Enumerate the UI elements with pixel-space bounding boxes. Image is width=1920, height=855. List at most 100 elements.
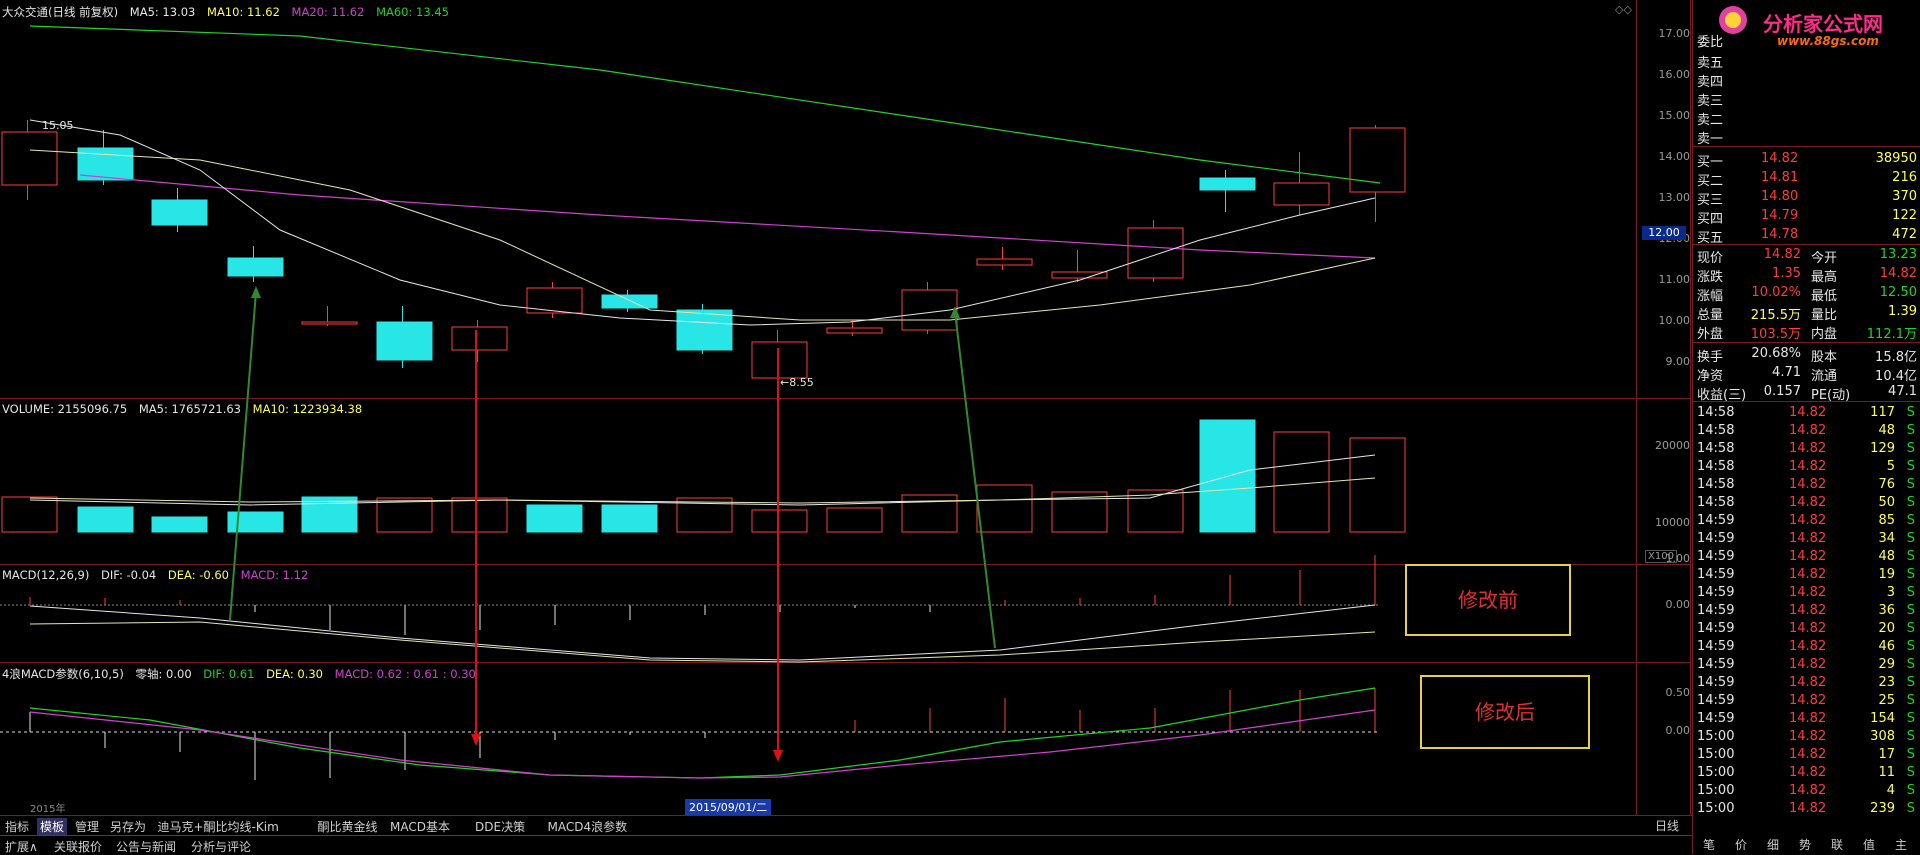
- side-tab[interactable]: 势: [1789, 836, 1821, 854]
- indicator-tab[interactable]: MACD基本: [387, 818, 453, 835]
- info-tab[interactable]: 扩展∧: [2, 838, 41, 855]
- tick-volume: 25: [1878, 693, 1895, 708]
- indicator-tab[interactable]: MACD4浪参数: [545, 818, 631, 835]
- tick-row: 14:58 14.82 76 S: [1693, 476, 1920, 494]
- macd4-axis-label: 0.00: [1665, 724, 1691, 737]
- tick-price: 14.82: [1789, 531, 1827, 546]
- tick-price: 14.82: [1789, 459, 1827, 474]
- indicator-tab[interactable]: 模板: [37, 818, 68, 835]
- indicator-tab[interactable]: 酮比黄金线: [315, 818, 381, 835]
- tick-volume: 239: [1870, 801, 1895, 816]
- tick-side: S: [1906, 639, 1915, 654]
- candle: [1127, 227, 1184, 279]
- tick-side: S: [1906, 747, 1915, 762]
- tick-volume: 46: [1878, 639, 1895, 654]
- chart-area[interactable]: 大众交通(日线 前复权) MA5: 13.03 MA10: 11.62 MA20…: [0, 0, 1691, 815]
- price-axis-label: 15.00: [1658, 109, 1691, 122]
- indicator-tab[interactable]: 另存为: [107, 818, 149, 835]
- volume-axis-label: 20000: [1655, 439, 1690, 452]
- tick-side: S: [1906, 801, 1915, 816]
- macd4-axis-label: 0.50: [1665, 686, 1691, 699]
- annotation-after: 修改后: [1420, 675, 1590, 749]
- price-axis-label: 11.00: [1658, 273, 1691, 286]
- buy-row: 买五 14.78 472: [1693, 226, 1920, 246]
- tick-time: 14:58: [1697, 477, 1735, 492]
- tick-volume: 20: [1878, 621, 1895, 636]
- quote-value: 112.1万: [1866, 327, 1917, 342]
- indicator-tab[interactable]: 管理: [72, 818, 102, 835]
- candle: [227, 257, 284, 277]
- tick-volume: 154: [1870, 711, 1895, 726]
- quote-panel: 分析家公式网 www.88gs.com 委比 卖五 卖四 卖三 卖二 卖一 买一 14.82 3…: [1692, 0, 1920, 854]
- candle: [1051, 271, 1108, 279]
- tick-side: S: [1906, 477, 1915, 492]
- candle: [1273, 182, 1330, 206]
- tick-time: 15:00: [1697, 765, 1735, 780]
- tick-side: S: [1906, 783, 1915, 798]
- side-tab[interactable]: 联: [1821, 836, 1853, 854]
- buy-label: 买四: [1697, 212, 1724, 227]
- arrow-green-1-head: [251, 286, 261, 298]
- tick-time: 14:59: [1697, 585, 1735, 600]
- side-tab[interactable]: 细: [1757, 836, 1789, 854]
- quote-label: 量比: [1811, 308, 1838, 323]
- tick-time: 14:58: [1697, 441, 1735, 456]
- tick-price: 14.82: [1789, 675, 1827, 690]
- side-tab[interactable]: 值: [1853, 836, 1885, 854]
- tick-price: 14.82: [1789, 783, 1827, 798]
- tick-side: S: [1906, 657, 1915, 672]
- tick-side: S: [1906, 495, 1915, 510]
- candle: [601, 294, 658, 309]
- quote-row: 涨跌 1.35 最高 14.82: [1693, 265, 1920, 285]
- macd4-dea-line: [29, 709, 1376, 779]
- tick-price: 14.82: [1789, 711, 1827, 726]
- indicator-tab[interactable]: 迪马克+酮比均线-Kim: [155, 818, 282, 835]
- side-tab[interactable]: 主: [1885, 836, 1917, 854]
- tick-row: 14:59 14.82 25 S: [1693, 692, 1920, 710]
- side-tab[interactable]: 笔: [1693, 836, 1725, 854]
- tick-side: S: [1906, 549, 1915, 564]
- tick-side: S: [1906, 531, 1915, 546]
- volume-bar: [77, 506, 134, 533]
- buy-price: 14.79: [1761, 208, 1799, 223]
- tick-time: 14:58: [1697, 423, 1735, 438]
- stat-row: 收益(三) 0.157 PE(动) 47.1: [1693, 383, 1920, 403]
- candle: [451, 326, 508, 351]
- tick-volume: 117: [1870, 405, 1895, 420]
- tick-volume: 19: [1878, 567, 1895, 582]
- wei-row: 委比: [1693, 30, 1920, 50]
- tick-volume: 76: [1878, 477, 1895, 492]
- quote-value: 14.82: [1763, 247, 1801, 262]
- tick-time: 14:59: [1697, 711, 1735, 726]
- volume-bar: [451, 497, 508, 533]
- stat-value: 47.1: [1888, 384, 1917, 399]
- quote-label: 外盘: [1697, 327, 1724, 342]
- info-tab[interactable]: 分析与评论: [188, 838, 254, 855]
- candle: [751, 341, 808, 379]
- tick-volume: 129: [1870, 441, 1895, 456]
- quote-label: 现价: [1697, 251, 1724, 266]
- tick-price: 14.82: [1789, 423, 1827, 438]
- sell-row: 卖四: [1693, 70, 1920, 90]
- buy-row: 买二 14.81 216: [1693, 169, 1920, 189]
- annotation-before: 修改前: [1405, 564, 1571, 636]
- tick-row: 15:00 14.82 308 S: [1693, 728, 1920, 746]
- tick-row: 14:59 14.82 23 S: [1693, 674, 1920, 692]
- year-label: 2015年: [30, 804, 66, 815]
- indicator-tab[interactable]: DDE决策: [472, 818, 528, 835]
- indicator-tab[interactable]: 指标: [2, 818, 32, 835]
- buy-volume: 38950: [1875, 151, 1917, 166]
- quote-label: 总量: [1697, 308, 1724, 323]
- buy-row: 买三 14.80 370: [1693, 188, 1920, 208]
- info-tab[interactable]: 关联报价: [51, 838, 105, 855]
- tick-time: 15:00: [1697, 729, 1735, 744]
- volume-bar: [526, 504, 583, 533]
- volume-axis-label: 10000: [1655, 516, 1690, 529]
- period-label[interactable]: 日线: [1655, 817, 1679, 834]
- side-tab[interactable]: 价: [1725, 836, 1757, 854]
- info-tab[interactable]: 公告与新闻: [113, 838, 179, 855]
- tick-volume: 29: [1878, 657, 1895, 672]
- ma5-line: [29, 119, 1376, 326]
- tick-price: 14.82: [1789, 441, 1827, 456]
- stat-label: 换手: [1697, 350, 1724, 365]
